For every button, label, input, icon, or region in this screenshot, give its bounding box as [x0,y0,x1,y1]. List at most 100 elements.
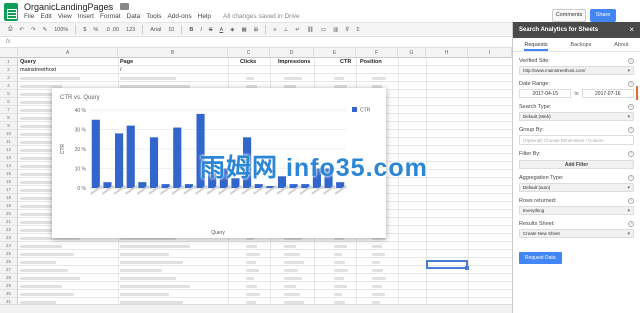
menu-view[interactable]: View [58,13,72,20]
row-header[interactable]: 19 [0,202,18,210]
help-icon[interactable]: ? [628,58,634,64]
row-header[interactable]: 13 [0,154,18,162]
row-header[interactable]: 23 [0,234,18,242]
font-select[interactable]: Arial [150,27,161,33]
star-icon[interactable]: ☆ [106,2,114,13]
row-header[interactable]: 11 [0,138,18,146]
chart-icon[interactable]: ▥ [333,27,338,33]
currency-format-button[interactable]: $ [83,27,86,33]
column-header-f[interactable]: F [356,48,398,58]
row-header[interactable]: 16 [0,178,18,186]
decimal-buttons[interactable]: .0 .00 [105,27,119,33]
tab-about[interactable]: About [614,38,628,51]
menu-file[interactable]: File [24,13,34,20]
column-header-i[interactable]: I [468,48,512,58]
tab-requests[interactable]: Requests [524,38,548,51]
row-header[interactable]: 5 [0,90,18,98]
search-type-select[interactable]: Default (Web) [519,112,634,121]
column-header-e[interactable]: E [314,48,356,58]
header-position[interactable]: Position [360,59,382,65]
save-status[interactable]: All changes saved in Drive [223,13,300,20]
fill-color-icon[interactable]: ◈ [230,27,234,33]
row-header[interactable]: 12 [0,146,18,154]
merge-cells-icon[interactable]: ⊞ [254,27,259,33]
column-header-d[interactable]: D [270,48,314,58]
menu-data[interactable]: Data [127,13,141,20]
redo-icon[interactable]: ↷ [31,27,36,33]
selected-cell[interactable] [426,260,469,270]
row-header[interactable]: 15 [0,170,18,178]
row-header[interactable]: 27 [0,266,18,274]
help-icon[interactable]: ? [628,81,634,87]
comments-button[interactable]: Comments [552,9,586,22]
functions-icon[interactable]: Σ [356,27,359,33]
column-header-b[interactable]: B [118,48,228,58]
menu-format[interactable]: Format [100,13,121,20]
add-filter-button[interactable]: Add Filter [519,160,634,169]
row-header[interactable]: 6 [0,98,18,106]
menu-insert[interactable]: Insert [78,13,94,20]
filter-icon[interactable]: ⊽ [345,27,349,33]
print-icon[interactable]: ⎙ [8,26,12,33]
header-query[interactable]: Query [20,59,36,65]
text-color-button[interactable]: A [220,27,224,33]
column-header-g[interactable]: G [398,48,426,58]
menu-tools[interactable]: Tools [146,13,161,20]
verified-site-select[interactable]: http://www.mainstreethost.com/ [519,66,634,75]
cell-b2[interactable]: / [120,67,122,73]
undo-icon[interactable]: ↶ [19,27,24,33]
row-header[interactable]: 4 [0,82,18,90]
help-icon[interactable]: ? [628,198,634,204]
rows-returned-select[interactable]: Everything [519,206,634,215]
row-header[interactable]: 24 [0,242,18,250]
help-icon[interactable]: ? [628,127,634,133]
row-header[interactable]: 2 [0,66,18,74]
date-from-input[interactable]: 2017-04-15 [519,89,572,98]
close-icon[interactable]: × [629,22,634,38]
comment-icon[interactable]: ▭ [321,27,326,33]
font-size-select[interactable]: 10 [168,27,174,33]
formula-bar[interactable]: fx [0,36,512,48]
cell-a2[interactable]: mainstreethost [20,67,56,73]
sidebar-scrollbar[interactable] [636,86,638,100]
column-header-h[interactable]: H [426,48,468,58]
header-page[interactable]: Page [120,59,133,65]
request-data-button[interactable]: Request Data [519,252,562,264]
header-impressions[interactable]: Impressions [278,59,310,65]
folder-icon[interactable] [120,3,129,10]
wrap-icon[interactable]: ↵ [295,27,300,33]
group-by-input[interactable]: (Optional) Choose Dimensions / Column [519,135,634,145]
help-icon[interactable]: ? [628,221,634,227]
help-icon[interactable]: ? [628,151,634,157]
row-header[interactable]: 7 [0,106,18,114]
menu-addons[interactable]: Add-ons [167,13,191,20]
column-header-a[interactable]: A [18,48,118,58]
select-all-corner[interactable] [0,48,18,58]
column-header-c[interactable]: C [228,48,270,58]
zoom-select[interactable]: 100% [54,27,68,33]
paint-format-icon[interactable]: ✎ [43,27,48,33]
italic-button[interactable]: I [200,27,202,33]
row-header[interactable]: 21 [0,218,18,226]
date-to-input[interactable]: 2017-07-16 [581,89,635,98]
header-clicks[interactable]: Clicks [240,59,256,65]
row-header[interactable]: 17 [0,186,18,194]
menu-edit[interactable]: Edit [40,13,51,20]
valign-icon[interactable]: ⊥ [283,27,288,33]
share-button[interactable]: Share [590,9,616,22]
bold-button[interactable]: B [189,27,193,33]
percent-format-button[interactable]: % [93,27,98,33]
row-header[interactable]: 22 [0,226,18,234]
aggregation-select[interactable]: Default (auto) [519,183,634,192]
row-header[interactable]: 9 [0,122,18,130]
row-header[interactable]: 30 [0,290,18,298]
row-header[interactable]: 26 [0,258,18,266]
row-header[interactable]: 28 [0,274,18,282]
row-header[interactable]: 3 [0,74,18,82]
link-icon[interactable]: ⛓ [307,27,314,33]
header-ctr[interactable]: CTR [340,59,351,65]
strikethrough-button[interactable]: S [209,27,213,33]
align-icon[interactable]: ≡ [273,27,276,33]
help-icon[interactable]: ? [628,104,634,110]
row-header[interactable]: 10 [0,130,18,138]
